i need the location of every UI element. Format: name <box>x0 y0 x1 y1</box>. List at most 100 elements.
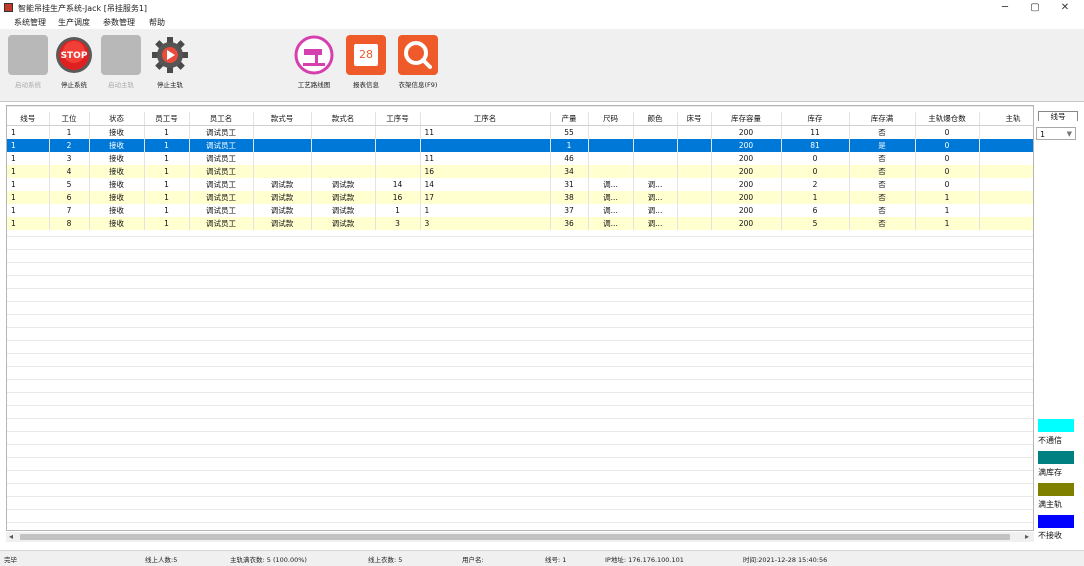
table-row[interactable]: 1 2 接收 1 调试员工 1 200 81 是 0 <box>7 139 1033 152</box>
line-selector-value: 1 <box>1040 130 1046 139</box>
table-cell: 1 <box>7 178 50 191</box>
scroll-right-arrow-icon[interactable]: ▸ <box>1025 532 1029 541</box>
table-cell: 0 <box>781 165 850 178</box>
table-cell: 接收 <box>89 191 145 204</box>
table-cell <box>311 165 376 178</box>
start-master-button[interactable]: 启动主轨 <box>96 35 146 91</box>
table-cell: 200 <box>711 191 782 204</box>
table-cell: 36 <box>550 217 589 230</box>
table-cell: 调试员工 <box>189 217 254 230</box>
table-cell: 200 <box>711 152 782 165</box>
column-header[interactable]: 床号 <box>677 112 712 126</box>
menu-parameters[interactable]: 参数管理 <box>103 17 135 28</box>
table-cell: 1 <box>144 139 190 152</box>
table-cell: 否 <box>849 217 916 230</box>
table-cell: 0 <box>915 139 980 152</box>
table-cell: 16 <box>420 165 551 178</box>
table-row[interactable]: 1 4 接收 1 调试员工 16 34 200 0 否 0 <box>7 165 1033 178</box>
column-header[interactable]: 款式号 <box>253 112 312 126</box>
maximize-button[interactable]: ▢ <box>1020 0 1050 16</box>
table-row[interactable]: 1 6 接收 1 调试员工 调试款 调试款 16 17 38 调... 调... 200 1 否 1 <box>7 191 1033 204</box>
table-cell: 34 <box>550 165 589 178</box>
column-header[interactable]: 工序名 <box>420 112 551 126</box>
table-cell: 调试款 <box>253 217 312 230</box>
table-cell: 0 <box>915 125 980 139</box>
column-header[interactable]: 款式名 <box>311 112 376 126</box>
table-cell <box>588 139 634 152</box>
scrollbar-thumb[interactable] <box>20 534 1010 540</box>
table-row[interactable]: 1 7 接收 1 调试员工 调试款 调试款 1 1 37 调... 调... 200 6 否 1 <box>7 204 1033 217</box>
column-header[interactable]: 工序号 <box>375 112 421 126</box>
status-line-hangers: 线上衣数: 5 <box>368 556 403 564</box>
table-cell: 否 <box>849 165 916 178</box>
table-cell <box>677 204 712 217</box>
menu-help[interactable]: 帮助 <box>149 17 165 28</box>
status-ip: IP地址: 176.176.100.101 <box>605 556 684 564</box>
table-cell: 1 <box>144 217 190 230</box>
calendar-icon: 28 <box>346 35 386 75</box>
menu-production[interactable]: 生产调度 <box>58 17 90 28</box>
table-cell: 调试员工 <box>189 152 254 165</box>
table-cell: 14 <box>420 178 551 191</box>
column-header[interactable]: 工位 <box>49 112 90 126</box>
minimize-button[interactable]: ─ <box>990 0 1020 16</box>
menu-bar: 系统管理 生产调度 参数管理 帮助 <box>0 16 1084 29</box>
column-header[interactable]: 库存满 <box>849 112 916 126</box>
column-header[interactable]: 产量 <box>550 112 589 126</box>
column-header[interactable]: 主轨 <box>979 112 1033 126</box>
table-cell <box>979 217 1033 230</box>
horizontal-scrollbar[interactable]: ◂ ▸ <box>6 532 1034 542</box>
table-cell: 1 <box>144 152 190 165</box>
table-row[interactable]: 1 1 接收 1 调试员工 11 55 200 11 否 0 <box>7 125 1033 139</box>
line-selector[interactable]: 1 ▼ <box>1036 127 1076 140</box>
table-cell: 调试款 <box>253 191 312 204</box>
table-cell <box>979 165 1033 178</box>
close-button[interactable]: ✕ <box>1050 0 1080 16</box>
table-cell: 14 <box>375 178 421 191</box>
table-cell: 31 <box>550 178 589 191</box>
column-header[interactable]: 颜色 <box>633 112 678 126</box>
table-cell <box>979 178 1033 191</box>
process-route-button[interactable]: 工艺路线图 <box>289 35 339 91</box>
table-cell: 否 <box>849 178 916 191</box>
column-header[interactable]: 尺码 <box>588 112 634 126</box>
legend-label-full-master: 满主轨 <box>1038 500 1062 509</box>
clothing-search-button[interactable]: 衣架信息(F9) <box>393 35 443 91</box>
table-cell: 3 <box>420 217 551 230</box>
column-header[interactable]: 库存 <box>781 112 850 126</box>
column-header[interactable]: 状态 <box>89 112 145 126</box>
table-cell: 调试员工 <box>189 178 254 191</box>
table-row[interactable]: 1 3 接收 1 调试员工 11 46 200 0 否 0 <box>7 152 1033 165</box>
table-cell <box>979 139 1033 152</box>
table-cell <box>253 139 312 152</box>
stop-icon: STOP <box>54 35 94 75</box>
table-cell: 1 <box>7 125 50 139</box>
table-cell: 否 <box>849 204 916 217</box>
table-cell: 接收 <box>89 178 145 191</box>
table-cell: 否 <box>849 191 916 204</box>
table-cell: 调试员工 <box>189 191 254 204</box>
line-selector-label: 线号 <box>1038 111 1078 121</box>
station-grid[interactable]: 线号 工位 状态 员工号 员工名 款式号 款式名 工序号 工序名 产量 尺码 颜色 床号 库存容量 库存 库存… <box>6 105 1034 531</box>
scroll-left-arrow-icon[interactable]: ◂ <box>9 532 13 541</box>
column-header[interactable]: 线号 <box>7 112 50 126</box>
stop-master-button[interactable]: 停止主轨 <box>145 35 195 91</box>
table-row[interactable]: 1 8 接收 1 调试员工 调试款 调试款 3 3 36 调... 调... 200 5 否 1 <box>7 217 1033 230</box>
table-cell: 1 <box>7 152 50 165</box>
table-cell: 17 <box>420 191 551 204</box>
column-header[interactable]: 主轨爆仓数 <box>915 112 980 126</box>
menu-system[interactable]: 系统管理 <box>14 17 46 28</box>
column-header[interactable]: 员工名 <box>189 112 254 126</box>
column-header[interactable]: 库存容量 <box>711 112 782 126</box>
report-query-button[interactable]: 28 报表信息 <box>341 35 391 91</box>
table-row[interactable]: 1 5 接收 1 调试员工 调试款 调试款 14 14 31 调... 调... 200 2 否 0 <box>7 178 1033 191</box>
table-cell: 11 <box>420 125 551 139</box>
column-header[interactable]: 员工号 <box>144 112 190 126</box>
start-system-button[interactable]: 启动系统 <box>3 35 53 91</box>
gear-icon <box>150 35 190 75</box>
legend-swatch-no-receive <box>1038 515 1074 528</box>
table-cell: 1 <box>7 191 50 204</box>
table-cell: 调试员工 <box>189 204 254 217</box>
table-cell <box>677 178 712 191</box>
stop-system-button[interactable]: STOP 停止系统 <box>49 35 99 91</box>
